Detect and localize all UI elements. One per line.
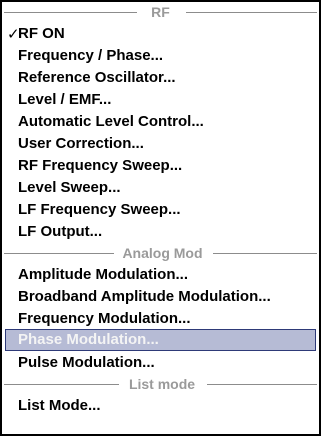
section-header-analog-mod: Analog Mod [2, 244, 319, 262]
menu-item-phase-modulation[interactable]: Phase Modulation... [5, 329, 316, 351]
section-header-rf: RF [2, 3, 319, 21]
menu-item-label: Frequency / Phase... [18, 47, 164, 64]
menu-item-label: Reference Oscillator... [18, 69, 176, 86]
menu-item-label: Broadband Amplitude Modulation... [18, 288, 271, 305]
section-header-list-mode: List mode [2, 375, 319, 393]
menu-item-label: Frequency Modulation... [18, 310, 191, 327]
menu-item-label: User Correction... [18, 135, 144, 152]
menu-item-rf-on[interactable]: ✓ RF ON [6, 23, 315, 45]
menu-item-frequency-phase[interactable]: Frequency / Phase... [6, 45, 315, 67]
menu-item-amplitude-modulation[interactable]: Amplitude Modulation... [6, 264, 315, 286]
menu-item-automatic-level-control[interactable]: Automatic Level Control... [6, 111, 315, 133]
menu-item-label: Amplitude Modulation... [18, 266, 188, 283]
menu-item-list-mode[interactable]: List Mode... [6, 395, 315, 417]
separator-line [4, 384, 119, 385]
menu-item-label: LF Frequency Sweep... [18, 201, 181, 218]
menu-item-user-correction[interactable]: User Correction... [6, 133, 315, 155]
menu-item-label: Level / EMF... [18, 91, 112, 108]
rf-context-menu: RF ✓ RF ON Frequency / Phase... Referenc… [0, 0, 321, 436]
menu-item-broadband-amplitude-modulation[interactable]: Broadband Amplitude Modulation... [6, 286, 315, 308]
menu-item-label: List Mode... [18, 397, 101, 414]
separator-line [207, 384, 317, 385]
menu-item-label: Phase Modulation... [18, 331, 159, 348]
menu-item-lf-frequency-sweep[interactable]: LF Frequency Sweep... [6, 199, 315, 221]
menu-item-lf-output[interactable]: LF Output... [6, 221, 315, 243]
separator-line [4, 253, 114, 254]
separator-line [186, 12, 317, 13]
section-label-rf: RF [151, 4, 170, 20]
menu-item-label: RF ON [18, 25, 65, 42]
section-label-list-mode: List mode [128, 376, 196, 392]
menu-item-frequency-modulation[interactable]: Frequency Modulation... [6, 308, 315, 330]
menu-item-level-sweep[interactable]: Level Sweep... [6, 177, 315, 199]
menu-item-level-emf[interactable]: Level / EMF... [6, 89, 315, 111]
menu-item-pulse-modulation[interactable]: Pulse Modulation... [6, 352, 315, 374]
menu-item-label: Pulse Modulation... [18, 354, 155, 371]
section-label-analog-mod: Analog Mod [122, 245, 203, 261]
menu-item-reference-oscillator[interactable]: Reference Oscillator... [6, 67, 315, 89]
menu-item-label: LF Output... [18, 223, 103, 240]
menu-item-label: Level Sweep... [18, 179, 121, 196]
separator-line [4, 12, 137, 13]
menu-item-rf-frequency-sweep[interactable]: RF Frequency Sweep... [6, 155, 315, 177]
menu-item-label: RF Frequency Sweep... [18, 157, 183, 174]
separator-line [213, 253, 317, 254]
menu-item-label: Automatic Level Control... [18, 113, 204, 130]
